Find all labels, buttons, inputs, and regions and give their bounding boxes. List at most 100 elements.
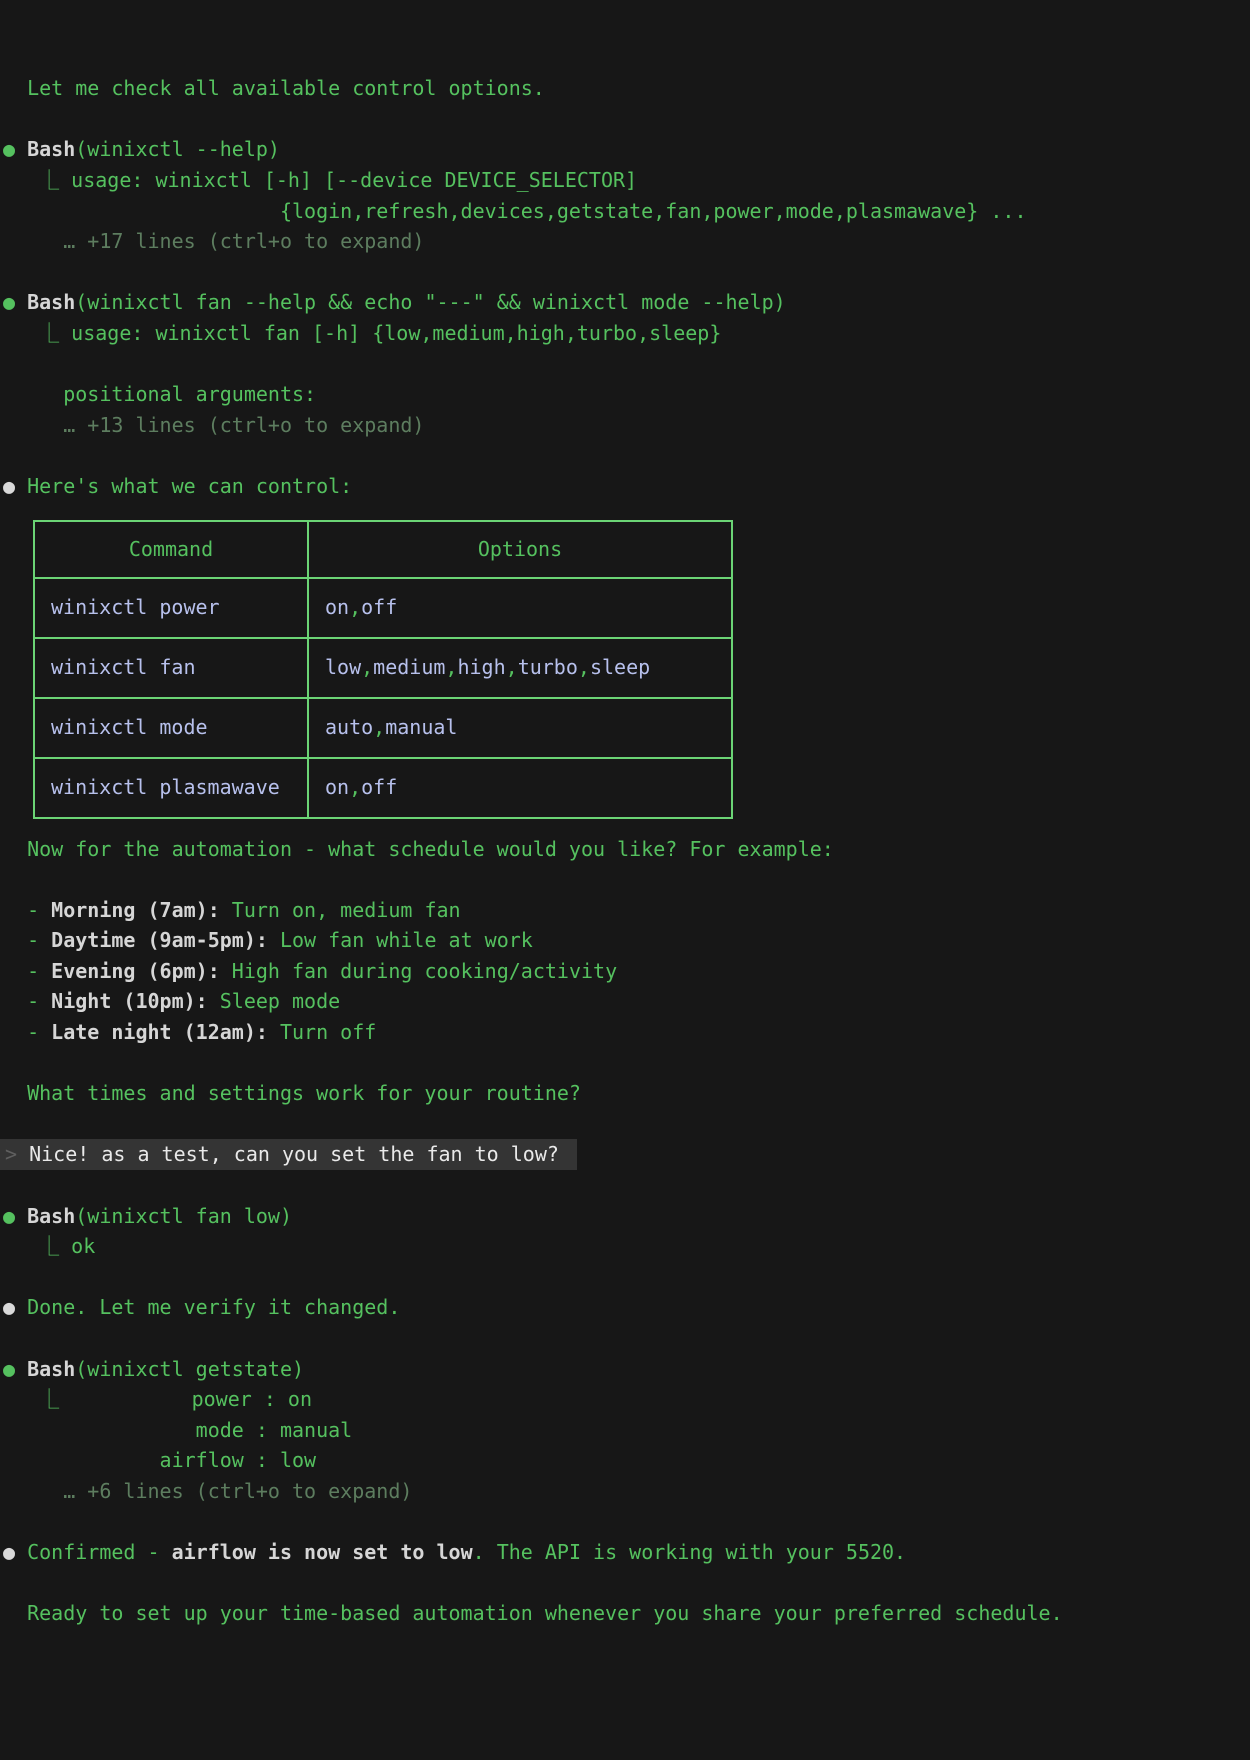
result-connector-icon: ⎿ — [39, 1387, 59, 1411]
text-segment: turbo — [518, 652, 578, 683]
tool-result-line: ⎿ power : on — [3, 1384, 1250, 1415]
table-header-row: Command Options — [35, 522, 731, 577]
blank-line — [3, 349, 1250, 380]
result-connector-icon: ⎿ — [39, 321, 59, 345]
tool-result-line: ⎿ usage: winixctl fan [-h] {low,medium,h… — [3, 318, 1250, 349]
blank-line — [3, 257, 1250, 288]
tool-bullet-icon: ● — [3, 1204, 27, 1228]
text-segment: mode : manual — [3, 1418, 352, 1442]
text-segment: Done. Let me verify it changed. — [27, 1295, 400, 1319]
table-cell-options: auto, manual — [309, 699, 731, 757]
text-segment: auto — [325, 712, 373, 743]
tool-call-line: ● Bash(winixctl fan low) — [3, 1201, 1250, 1232]
table-row-plasmawave: winixctl plasmawave on, off — [35, 757, 731, 817]
result-truncation-line: … +6 lines (ctrl+o to expand) — [3, 1476, 1250, 1507]
table-row-fan: winixctl fan low, medium, high, turbo, s… — [35, 637, 731, 697]
text-segment: , — [349, 592, 361, 623]
assistant-text-line: What times and settings work for your ro… — [3, 1078, 1250, 1109]
text-segment: power : on — [59, 1387, 312, 1411]
text-segment: {login,refresh,devices,getstate,fan,powe… — [3, 199, 1027, 223]
blank-line — [3, 1568, 1250, 1599]
table-row-power: winixctl power on, off — [35, 577, 731, 637]
result-connector-icon: ⎿ — [39, 168, 59, 192]
blank-line — [3, 1048, 1250, 1079]
blank-line — [3, 1262, 1250, 1293]
text-segment: Morning (7am): — [51, 898, 220, 922]
table-row-mode: winixctl mode auto, manual — [35, 697, 731, 757]
user-message-line: > Nice! as a test, can you set the fan t… — [3, 1139, 1250, 1170]
text-segment: on — [325, 592, 349, 623]
tool-bullet-icon: ● — [3, 1357, 27, 1381]
table-cell-command: winixctl fan — [35, 639, 309, 697]
table-header-command: Command — [35, 522, 309, 577]
tool-result-line: ⎿ ok — [3, 1231, 1250, 1262]
tool-command-args: (winixctl --help) — [75, 137, 280, 161]
text-segment — [3, 1234, 39, 1258]
tool-name-label: Bash — [27, 137, 75, 161]
control-options-table: Command Options winixctl power on, off w… — [33, 520, 733, 819]
text-segment: airflow is now set to low — [172, 1540, 473, 1564]
claude-code-terminal[interactable]: Let me check all available control optio… — [0, 0, 1250, 1760]
text-segment: low — [325, 652, 361, 683]
table-cell-command: winixctl power — [35, 579, 309, 637]
table-cell-command: winixctl plasmawave — [35, 759, 309, 817]
text-segment: , — [445, 652, 457, 683]
text-segment: - — [3, 1020, 51, 1044]
text-segment: airflow : low — [3, 1448, 316, 1472]
assistant-text-line: Ready to set up your time-based automati… — [3, 1598, 1250, 1629]
text-segment: - — [3, 959, 51, 983]
text-segment: Low fan while at work — [268, 928, 533, 952]
blank-line — [3, 1507, 1250, 1538]
tool-call-line: ● Bash(winixctl --help) — [3, 134, 1250, 165]
text-segment: positional arguments: — [3, 382, 316, 406]
schedule-list-item: - Daytime (9am-5pm): Low fan while at wo… — [3, 925, 1250, 956]
table-cell-options: low, medium, high, turbo, sleep — [309, 639, 731, 697]
text-segment: Ready to set up your time-based automati… — [3, 1601, 1063, 1625]
text-segment — [3, 1387, 39, 1411]
text-segment: Turn off — [268, 1020, 376, 1044]
text-segment: Sleep mode — [208, 989, 340, 1013]
schedule-list-item: - Night (10pm): Sleep mode — [3, 986, 1250, 1017]
text-segment: - — [3, 989, 51, 1013]
tool-call-line: ● Bash(winixctl fan --help && echo "---"… — [3, 287, 1250, 318]
text-segment: … +13 lines (ctrl+o to expand) — [3, 413, 424, 437]
text-segment: Late night (12am): — [51, 1020, 268, 1044]
text-segment: manual — [385, 712, 457, 743]
blank-line — [3, 1109, 1250, 1140]
blank-line — [3, 1170, 1250, 1201]
text-segment: Night (10pm): — [51, 989, 208, 1013]
assistant-bullet-icon: ● — [3, 474, 27, 498]
assistant-text-line: ● Here's what we can control: — [3, 471, 1250, 502]
text-segment: high — [457, 652, 505, 683]
blank-line — [3, 1323, 1250, 1354]
tool-name-label: Bash — [27, 1357, 75, 1381]
tool-call-line: ● Bash(winixctl getstate) — [3, 1354, 1250, 1385]
text-segment: … +6 lines (ctrl+o to expand) — [3, 1479, 412, 1503]
table-cell-options: on, off — [309, 759, 731, 817]
assistant-text-line: ● Done. Let me verify it changed. — [3, 1292, 1250, 1323]
assistant-text-line: Let me check all available control optio… — [3, 73, 1250, 104]
text-segment: High fan during cooking/activity — [220, 959, 617, 983]
text-segment: , — [373, 712, 385, 743]
tool-command-args: (winixctl fan --help && echo "---" && wi… — [75, 290, 785, 314]
text-segment: medium — [373, 652, 445, 683]
text-segment: Confirmed - — [27, 1540, 172, 1564]
blank-line — [3, 864, 1250, 895]
result-connector-icon: ⎿ — [39, 1234, 59, 1258]
text-segment: usage: winixctl [-h] [--device DEVICE_SE… — [59, 168, 637, 192]
text-segment: off — [361, 592, 397, 623]
user-prompt-icon: > — [5, 1142, 29, 1166]
text-segment: Let me check all available control optio… — [3, 76, 545, 100]
text-segment: , — [506, 652, 518, 683]
text-segment: Here's what we can control: — [27, 474, 352, 498]
tool-bullet-icon: ● — [3, 137, 27, 161]
text-segment: , — [361, 652, 373, 683]
text-segment: What times and settings work for your ro… — [3, 1081, 581, 1105]
assistant-bullet-icon: ● — [3, 1295, 27, 1319]
table-header-options: Options — [309, 522, 731, 577]
text-segment: usage: winixctl fan [-h] {low,medium,hig… — [59, 321, 721, 345]
tool-result-line: positional arguments: — [3, 379, 1250, 410]
table-cell-command: winixctl mode — [35, 699, 309, 757]
text-segment: . The API is working with your 5520. — [473, 1540, 906, 1564]
tool-command-args: (winixctl fan low) — [75, 1204, 292, 1228]
